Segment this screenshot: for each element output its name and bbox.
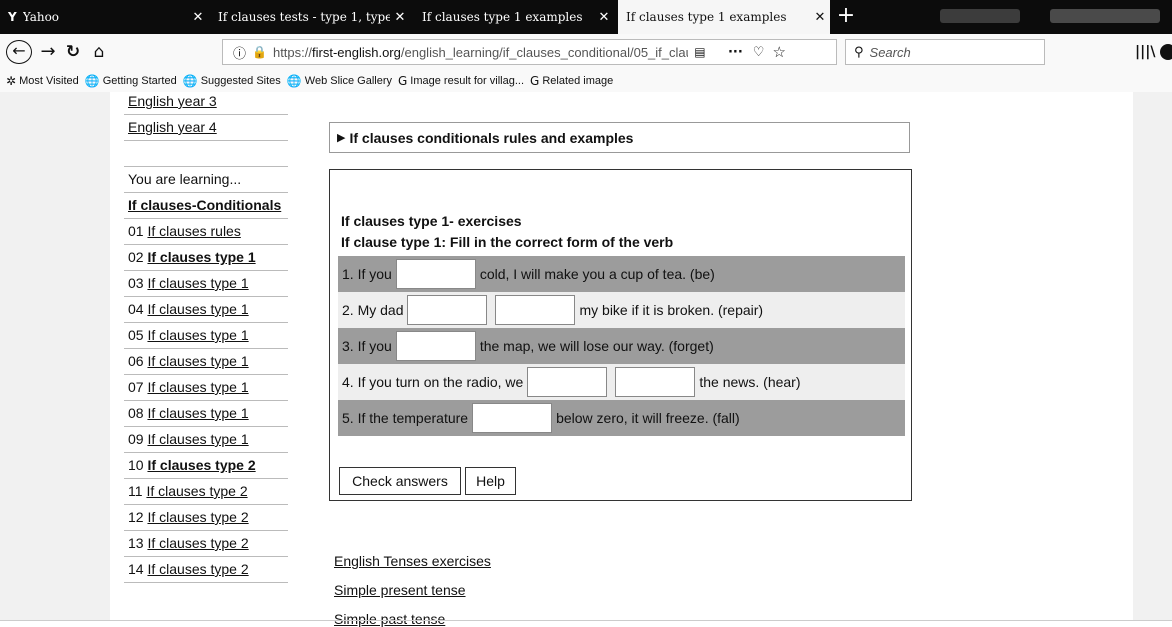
search-input[interactable]: ⚲ Search <box>845 39 1045 65</box>
exercise-title: If clauses type 1- exercises <box>341 213 522 229</box>
answer-input[interactable] <box>407 295 488 325</box>
tab-if-clauses-examples-active[interactable]: If clauses type 1 examples ✕ <box>618 0 830 34</box>
link-simple-past-tense[interactable]: Simple past tense <box>334 611 445 627</box>
exercise-row: 2. My dad my bike if it is broken. (repa… <box>338 292 905 328</box>
sidebar-item-lesson[interactable]: 08 If clauses type 1 <box>124 401 288 427</box>
library-icon[interactable]: |||\ <box>1135 44 1155 60</box>
globe-icon: 🌐 <box>182 74 198 88</box>
navigation-bar: ← → ↻ ⌂ ⓘ 🔒 https://first-english.org/en… <box>0 34 1172 70</box>
close-tab-icon[interactable]: ✕ <box>810 10 830 25</box>
tab-title: If clauses tests - type 1, type 2 and <box>218 10 390 24</box>
reload-icon[interactable]: ↻ <box>62 40 84 64</box>
bookmark-suggested-sites[interactable]: 🌐 Suggested Sites <box>183 74 281 88</box>
link-english-tenses-exercises[interactable]: English Tenses exercises <box>334 553 491 569</box>
exercise-subtitle: If clause type 1: Fill in the correct fo… <box>341 234 674 250</box>
tab-yahoo[interactable]: Y Yahoo ✕ <box>0 0 208 34</box>
bookmark-web-slice-gallery[interactable]: 🌐 Web Slice Gallery <box>287 74 392 88</box>
info-icon[interactable]: ⓘ <box>233 43 246 62</box>
new-tab-button[interactable]: + <box>833 0 859 34</box>
back-arrow-icon[interactable]: ← <box>6 40 32 64</box>
forward-arrow-icon[interactable]: → <box>38 40 58 64</box>
sidebar-spacer <box>124 141 288 167</box>
sidebar-item-lesson[interactable]: 05 If clauses type 1 <box>124 323 288 349</box>
accordion-label: If clauses conditionals rules and exampl… <box>349 129 634 146</box>
search-icon: ⚲ <box>854 44 864 60</box>
page-actions-icon[interactable]: ··· <box>728 45 743 60</box>
close-tab-icon[interactable]: ✕ <box>594 10 614 25</box>
answer-input[interactable] <box>495 295 576 325</box>
pocket-icon[interactable]: ♡ <box>753 45 765 60</box>
exercise-row: 3. If you the map, we will lose our way.… <box>338 328 905 364</box>
bookmark-most-visited[interactable]: ✲ Most Visited <box>6 74 79 88</box>
tab-title: Yahoo <box>22 10 60 24</box>
sidebar-item-english-year-4[interactable]: English year 4 <box>124 115 288 141</box>
bookmark-star-icon[interactable]: ☆ <box>772 43 785 61</box>
url-text[interactable]: https://first-english.org/english_learni… <box>273 45 688 60</box>
sidebar-section-title[interactable]: If clauses-Conditionals <box>124 193 288 219</box>
bookmark-image-result[interactable]: G Image result for villag... <box>398 74 524 88</box>
sidebar-item-lesson[interactable]: 01 If clauses rules <box>124 219 288 245</box>
sidebar-learning-label: You are learning... <box>124 167 288 193</box>
tab-if-clauses-tests[interactable]: If clauses tests - type 1, type 2 and ✕ <box>210 0 410 34</box>
tab-title: If clauses type 1 examples <box>422 10 583 24</box>
answer-input[interactable] <box>395 331 476 361</box>
right-gutter <box>1133 92 1172 621</box>
close-tab-icon[interactable]: ✕ <box>390 10 410 25</box>
gear-icon: ✲ <box>6 74 17 88</box>
answer-input[interactable] <box>395 259 476 289</box>
answer-input[interactable] <box>472 403 553 433</box>
sidebar-item-lesson[interactable]: 13 If clauses type 2 <box>124 531 288 557</box>
search-placeholder: Search <box>869 44 911 60</box>
exercise-row: 1. If you cold, I will make you a cup of… <box>338 256 905 292</box>
google-icon: G <box>530 74 540 88</box>
blurred-region <box>940 9 1020 23</box>
bookmark-getting-started[interactable]: 🌐 Getting Started <box>85 74 177 88</box>
left-gutter <box>0 92 110 621</box>
sidebar-nav: English year 3 English year 4 You are le… <box>124 89 288 583</box>
sidebar-item-lesson[interactable]: 02 If clauses type 1 <box>124 245 288 271</box>
sidebar-item-lesson[interactable]: 14 If clauses type 2 <box>124 557 288 583</box>
account-icon[interactable] <box>1160 44 1172 60</box>
rules-accordion[interactable]: ▶ If clauses conditionals rules and exam… <box>329 122 910 153</box>
answer-input[interactable] <box>615 367 696 397</box>
yahoo-logo-icon: Y <box>8 10 17 24</box>
globe-icon: 🌐 <box>84 74 100 88</box>
address-bar[interactable]: ⓘ 🔒 https://first-english.org/english_le… <box>222 39 837 65</box>
lock-icon: 🔒 <box>252 45 267 59</box>
sidebar-item-lesson[interactable]: 06 If clauses type 1 <box>124 349 288 375</box>
link-simple-present-tense[interactable]: Simple present tense <box>334 582 466 598</box>
sidebar-item-lesson[interactable]: 09 If clauses type 1 <box>124 427 288 453</box>
tab-title: If clauses type 1 examples <box>626 10 787 24</box>
check-answers-button[interactable]: Check answers <box>339 467 461 495</box>
google-icon: G <box>397 74 408 88</box>
sidebar-item-lesson[interactable]: 11 If clauses type 2 <box>124 479 288 505</box>
close-tab-icon[interactable]: ✕ <box>188 10 208 25</box>
sidebar-item-lesson[interactable]: 10 If clauses type 2 <box>124 453 288 479</box>
home-icon[interactable]: ⌂ <box>88 40 110 64</box>
tab-if-clauses-examples[interactable]: If clauses type 1 examples ✕ <box>414 0 614 34</box>
blurred-region <box>1050 9 1160 23</box>
exercise-row: 4. If you turn on the radio, we the news… <box>338 364 905 400</box>
sidebar-item-lesson[interactable]: 04 If clauses type 1 <box>124 297 288 323</box>
help-button[interactable]: Help <box>465 467 516 495</box>
expand-triangle-icon: ▶ <box>337 131 346 144</box>
answer-input[interactable] <box>527 367 608 397</box>
page-content: English year 3 English year 4 You are le… <box>0 89 1172 627</box>
exercise-row: 5. If the temperature below zero, it wil… <box>338 400 905 436</box>
sidebar-item-lesson[interactable]: 03 If clauses type 1 <box>124 271 288 297</box>
reader-view-icon[interactable]: ▤ <box>692 45 708 59</box>
sidebar-item-lesson[interactable]: 07 If clauses type 1 <box>124 375 288 401</box>
sidebar-item-lesson[interactable]: 12 If clauses type 2 <box>124 505 288 531</box>
bookmark-related-image[interactable]: G Related image <box>530 74 613 88</box>
globe-icon: 🌐 <box>286 74 302 88</box>
tab-bar: Y Yahoo ✕ If clauses tests - type 1, typ… <box>0 0 1172 34</box>
exercise-panel: If clauses type 1- exercises If clause t… <box>329 169 912 501</box>
sidebar-item-english-year-3[interactable]: English year 3 <box>124 89 288 115</box>
